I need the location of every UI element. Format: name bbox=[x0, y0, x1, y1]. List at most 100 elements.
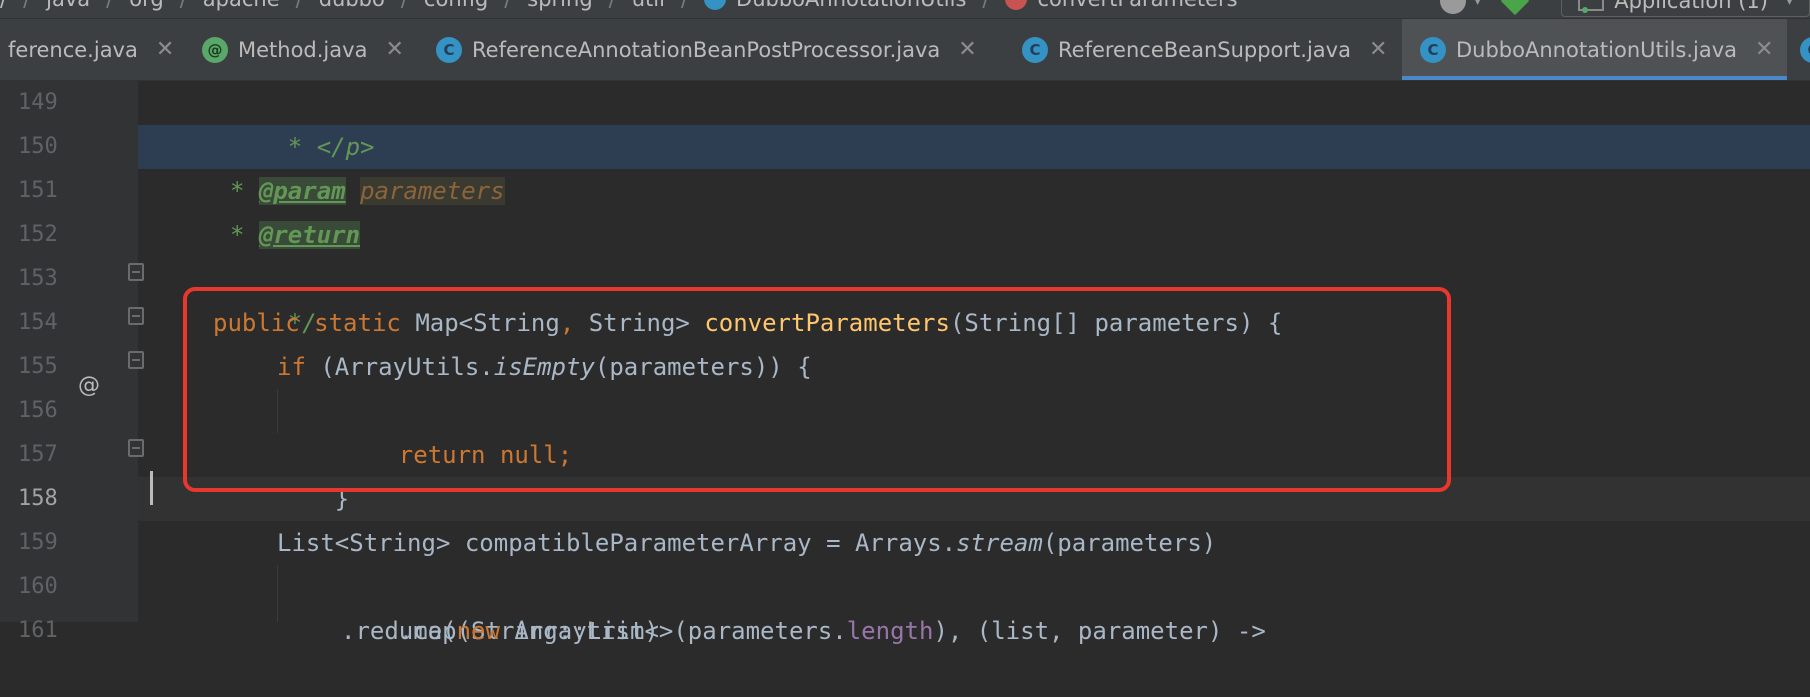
chevron-down-icon: ▾ bbox=[1785, 0, 1793, 9]
code-text: ArrayList<>(parameters. bbox=[499, 617, 847, 645]
tab-method-java[interactable]: @ Method.java ✕ bbox=[202, 19, 404, 80]
line-number: 161 bbox=[18, 618, 58, 643]
class-icon: C bbox=[1022, 36, 1048, 63]
code-line-152: * @return bbox=[230, 213, 361, 257]
line-number: 152 bbox=[18, 222, 58, 247]
comment-space bbox=[346, 177, 360, 205]
static-call: stream bbox=[956, 529, 1043, 557]
annotation-icon: @ bbox=[202, 36, 228, 63]
breadcrumb-item[interactable]: util bbox=[632, 0, 665, 11]
breadcrumb-path: / / java / org / apache / dubbo / config… bbox=[0, 0, 1238, 12]
annotation-highlight-box bbox=[183, 287, 1451, 492]
text-caret bbox=[150, 471, 153, 505]
close-icon[interactable]: ✕ bbox=[1755, 37, 1773, 62]
class-icon: C bbox=[1800, 36, 1810, 63]
breadcrumb-item[interactable]: spring bbox=[527, 0, 592, 11]
line-number: 150 bbox=[18, 134, 58, 159]
code-line-159: List<String> compatibleParameterArray = … bbox=[277, 521, 1216, 565]
selected-line-highlight bbox=[138, 125, 1810, 169]
tab-label: ReferenceBeanSupport.java bbox=[1058, 37, 1351, 62]
breadcrumb-class[interactable]: DubboAnnotationUtils bbox=[704, 0, 966, 11]
tab-label: ReferenceAnnotationBeanPostProcessor.jav… bbox=[472, 37, 941, 62]
breadcrumb-item[interactable]: org bbox=[129, 0, 163, 11]
tab-overflow[interactable]: C bbox=[1800, 19, 1810, 80]
close-icon[interactable]: ✕ bbox=[958, 37, 976, 62]
comment-text: * bbox=[230, 177, 259, 205]
tab-reference-java[interactable]: ference.java ✕ bbox=[8, 19, 174, 80]
line-number: 153 bbox=[18, 266, 58, 291]
line-number: 159 bbox=[18, 530, 58, 555]
tab-label: Method.java bbox=[238, 37, 368, 62]
tab-reference-annotation-bean-post-processor[interactable]: C ReferenceAnnotationBeanPostProcessor.j… bbox=[436, 19, 977, 80]
line-number: 160 bbox=[18, 574, 58, 599]
breadcrumb-separator: / bbox=[401, 0, 408, 11]
code-line-151: * @param parameters bbox=[230, 169, 505, 213]
method-icon bbox=[1005, 0, 1028, 10]
build-icon[interactable] bbox=[1501, 0, 1530, 16]
chevron-down-icon[interactable]: ▾ bbox=[1474, 0, 1481, 9]
breadcrumb-item[interactable]: java bbox=[46, 0, 90, 11]
line-number: 155 bbox=[18, 354, 58, 379]
breadcrumb-separator: / bbox=[106, 0, 113, 11]
code-line-149: * </p> bbox=[230, 81, 375, 161]
application-icon bbox=[1578, 0, 1605, 13]
code-text: .reduce( bbox=[341, 617, 457, 645]
toolbar-right: ▾ Application (1) ▾ bbox=[1440, 0, 1810, 17]
breadcrumb: / / java / org / apache / dubbo / config… bbox=[0, 0, 1810, 19]
class-icon: C bbox=[1420, 36, 1446, 63]
field-name: length bbox=[846, 617, 934, 645]
editor-tab-bar: ference.java ✕ @ Method.java ✕ C Referen… bbox=[0, 19, 1810, 81]
close-icon[interactable]: ✕ bbox=[156, 37, 174, 62]
code-text: ), (list, parameter) -> bbox=[933, 617, 1266, 645]
breadcrumb-method-label: convertParameters bbox=[1037, 0, 1237, 11]
tab-label: ference.java bbox=[8, 37, 138, 62]
breadcrumb-item[interactable]: config bbox=[424, 0, 488, 11]
user-icon[interactable] bbox=[1440, 0, 1467, 14]
breadcrumb-separator: / bbox=[296, 0, 303, 11]
breadcrumb-separator: / bbox=[681, 0, 688, 11]
run-configuration-label: Application (1) bbox=[1614, 0, 1768, 13]
fold-icon[interactable] bbox=[128, 351, 144, 369]
line-number-gutter[interactable]: 149 150 151 152 153 154 155 156 157 158 … bbox=[0, 81, 144, 643]
close-icon[interactable]: ✕ bbox=[385, 37, 403, 62]
breadcrumb-item[interactable]: / bbox=[0, 0, 7, 11]
comment-text: * bbox=[230, 221, 259, 249]
indent-guide bbox=[277, 565, 278, 622]
fold-icon[interactable] bbox=[128, 263, 144, 281]
class-icon: C bbox=[436, 36, 462, 63]
line-number-current: 158 bbox=[18, 486, 58, 511]
fold-icon[interactable] bbox=[128, 307, 144, 325]
javadoc-tag: @return bbox=[258, 221, 361, 249]
class-icon bbox=[704, 0, 727, 10]
breadcrumb-item[interactable]: dubbo bbox=[319, 0, 385, 11]
line-number: 156 bbox=[18, 398, 58, 423]
breadcrumb-separator: / bbox=[180, 0, 187, 11]
tab-reference-bean-support[interactable]: C ReferenceBeanSupport.java ✕ bbox=[1022, 19, 1387, 80]
code-line-161: .reduce(new ArrayList<>(parameters.lengt… bbox=[341, 609, 1266, 653]
code-line-150: * bbox=[230, 125, 302, 205]
breadcrumb-separator: / bbox=[982, 0, 989, 11]
breadcrumb-separator: / bbox=[609, 0, 616, 11]
fold-icon[interactable] bbox=[128, 439, 144, 457]
tab-dubbo-annotation-utils[interactable]: C DubboAnnotationUtils.java ✕ bbox=[1402, 19, 1788, 80]
tab-label: DubboAnnotationUtils.java bbox=[1456, 37, 1738, 62]
breadcrumb-method[interactable]: convertParameters bbox=[1005, 0, 1238, 11]
code-editor[interactable]: 149 150 151 152 153 154 155 156 157 158 … bbox=[0, 81, 1810, 645]
run-configuration-selector[interactable]: Application (1) ▾ bbox=[1561, 0, 1810, 17]
breadcrumb-item[interactable]: apache bbox=[203, 0, 280, 11]
close-icon[interactable]: ✕ bbox=[1369, 37, 1387, 62]
code-line-160: .map(String::trim) bbox=[341, 565, 659, 645]
line-number: 151 bbox=[18, 178, 58, 203]
breadcrumb-class-label: DubboAnnotationUtils bbox=[736, 0, 966, 11]
javadoc-tag: @param bbox=[258, 177, 346, 205]
code-text: (parameters) bbox=[1042, 529, 1217, 557]
javadoc-param-name: parameters bbox=[360, 177, 505, 205]
breadcrumb-separator: / bbox=[23, 0, 30, 11]
keyword: new bbox=[456, 617, 500, 645]
code-text: List<String> compatibleParameterArray = … bbox=[277, 529, 957, 557]
line-number: 157 bbox=[18, 442, 58, 467]
line-number: 149 bbox=[18, 90, 58, 115]
breadcrumb-separator: / bbox=[504, 0, 511, 11]
override-marker-icon[interactable]: @ bbox=[78, 373, 100, 398]
line-number: 154 bbox=[18, 310, 58, 335]
